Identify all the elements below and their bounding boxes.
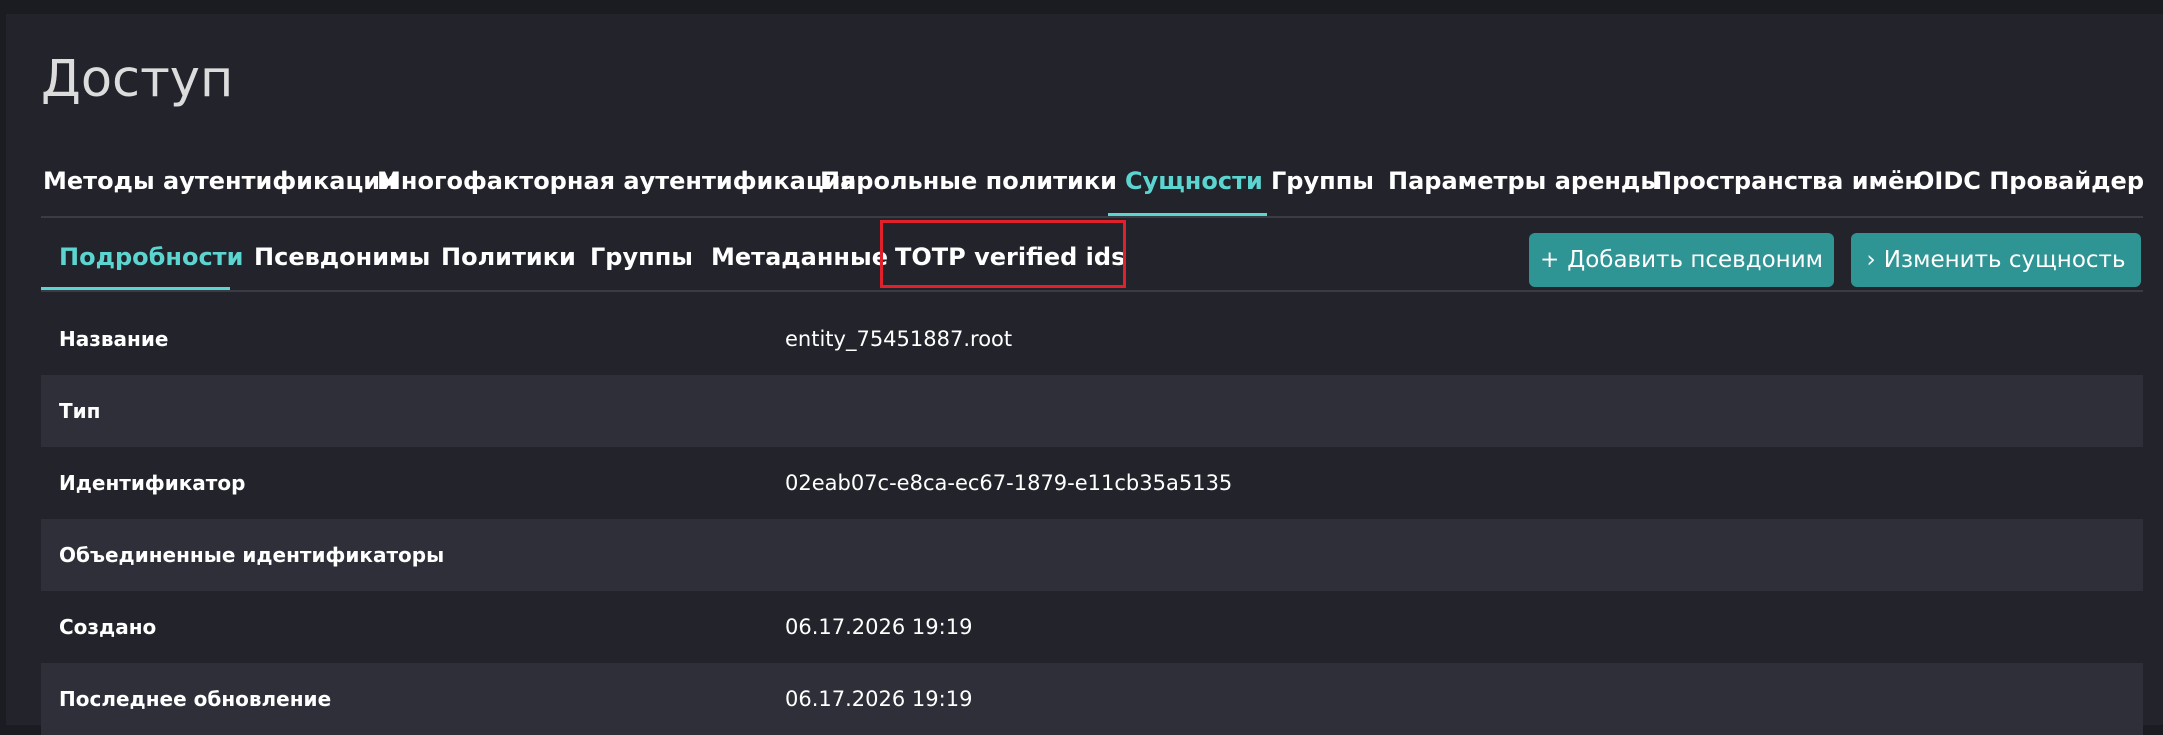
detail-label: Тип [59,399,101,423]
main-tabs: Методы аутентификации Многофакторная аут… [41,154,2144,218]
tab-label: Сущности [1125,167,1263,195]
detail-row-type: Тип [41,375,2143,447]
subtab-policies[interactable]: Политики [441,230,576,290]
tab-label: Пространства имён [1652,167,1922,195]
tab-label: Параметры аренды [1388,167,1663,195]
tab-label: Группы [1271,167,1374,195]
detail-row-created: Создано 06.17.2026 19:19 [41,591,2143,663]
detail-value: entity_75451887.root [785,327,1013,351]
detail-row-merged-ids: Объединенные идентификаторы [41,519,2143,591]
add-alias-label: Добавить псевдоним [1567,247,1824,273]
page-title: Доступ [41,50,234,109]
subtab-totp-verified-ids[interactable]: TOTP verified ids [895,230,1125,290]
tab-label: Многофакторная аутентификация [377,167,856,195]
detail-row-name: Название entity_75451887.root [41,303,2143,375]
tab-entities[interactable]: Сущности [1108,154,1267,216]
chevron-right-icon: › [1866,247,1876,273]
subtab-groups[interactable]: Группы [590,230,693,290]
subtab-details[interactable]: Подробности [41,230,243,290]
tab-auth-methods[interactable]: Методы аутентификации [43,154,397,216]
subtab-label: TOTP verified ids [895,243,1126,271]
detail-row-id: Идентификатор 02eab07c-e8ca-ec67-1879-e1… [41,447,2143,519]
detail-value: 02eab07c-e8ca-ec67-1879-e11cb35a5135 [785,471,1233,495]
subtab-aliases[interactable]: Псевдонимы [254,230,430,290]
details-table: Название entity_75451887.root Тип Иденти… [41,303,2143,735]
plus-icon: + [1539,247,1560,273]
access-page: Доступ Методы аутентификации Многофактор… [6,14,2163,735]
subtab-label: Метаданные [711,243,888,271]
detail-row-updated: Последнее обновление 06.17.2026 19:19 [41,663,2143,735]
tab-groups[interactable]: Группы [1271,154,1374,216]
add-alias-button[interactable]: + Добавить псевдоним [1529,233,1834,287]
edit-entity-label: Изменить сущность [1883,247,2126,273]
subtab-metadata[interactable]: Метаданные [711,230,888,290]
detail-label: Последнее обновление [59,687,332,711]
detail-value: 06.17.2026 19:19 [785,615,973,639]
tab-namespaces[interactable]: Пространства имён [1652,154,1921,216]
tab-oidc-provider[interactable]: OIDC Провайдер [1914,154,2144,216]
subtab-label: Псевдонимы [254,243,431,271]
tab-lease-params[interactable]: Параметры аренды [1388,154,1662,216]
subtab-label: Группы [590,243,693,271]
detail-label: Создано [59,615,157,639]
edit-entity-button[interactable]: › Изменить сущность [1851,233,2141,287]
tab-password-policies[interactable]: Парольные политики [820,154,1117,216]
tab-label: Методы аутентификации [43,167,397,195]
tab-mfa[interactable]: Многофакторная аутентификация [377,154,856,216]
detail-label: Объединенные идентификаторы [59,543,445,567]
tab-label: Парольные политики [820,167,1117,195]
detail-label: Идентификатор [59,471,246,495]
detail-label: Название [59,327,169,351]
subtab-label: Подробности [59,243,244,271]
tab-label: OIDC Провайдер [1914,167,2145,195]
subtab-label: Политики [441,243,576,271]
detail-value: 06.17.2026 19:19 [785,687,973,711]
